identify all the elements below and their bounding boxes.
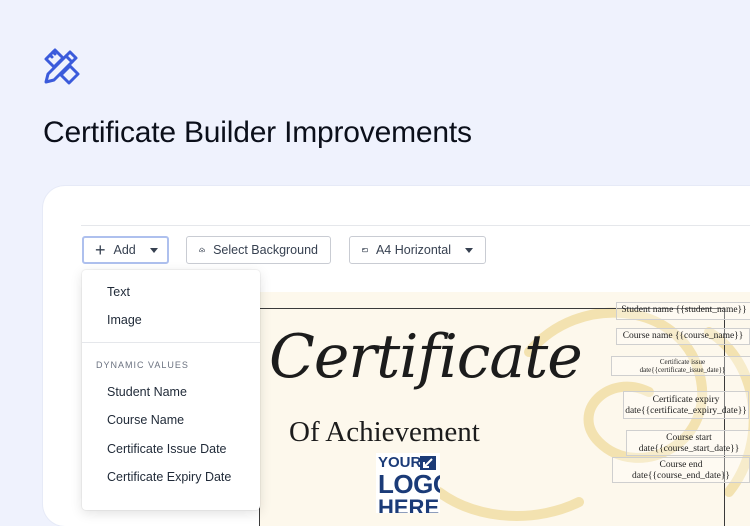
select-background-label: Select Background <box>213 243 318 257</box>
arrow-icon <box>420 456 436 470</box>
caret-down-icon <box>465 247 473 253</box>
student-name-text: Student name {{student_name}} <box>621 305 747 315</box>
course-start-value: date{{course_start_date}} <box>638 444 740 455</box>
student-name-field[interactable]: Student name {{student_name}} <box>616 302 750 320</box>
expiry-date-field[interactable]: Certificate expiry date{{certificate_exp… <box>623 391 749 419</box>
add-dropdown-menu: Text Image DYNAMIC VALUES Student Name C… <box>82 270 260 510</box>
menu-item-student-name[interactable]: Student Name <box>107 385 187 399</box>
page-size-select[interactable]: A4 Horizontal <box>349 236 486 264</box>
page-size-label: A4 Horizontal <box>375 243 451 257</box>
menu-item-certificate-issue-date[interactable]: Certificate Issue Date <box>107 442 227 456</box>
card-divider <box>81 225 750 226</box>
menu-item-text[interactable]: Text <box>107 285 130 299</box>
certificate-canvas[interactable]: Certificate Of Achievement YOUR LOGO HER… <box>259 292 750 526</box>
course-start-label: Course start <box>666 433 712 443</box>
menu-item-image[interactable]: Image <box>107 313 142 327</box>
add-button-label: Add <box>113 243 136 257</box>
issue-date-label: Certificate issue <box>659 358 706 366</box>
course-end-label: Course end <box>659 460 703 470</box>
expiry-date-label: Certificate expiry <box>652 395 720 405</box>
select-background-button[interactable]: Select Background <box>186 236 331 264</box>
certificate-title[interactable]: Certificate <box>269 322 583 392</box>
dynamic-values-heading: DYNAMIC VALUES <box>96 360 189 370</box>
course-end-value: date{{course_end_date}} <box>632 471 730 482</box>
course-name-text: Course name {{course_name}} <box>622 331 744 341</box>
page-title: Certificate Builder Improvements <box>43 116 472 149</box>
logo-line-logo: LOGO <box>378 469 440 499</box>
cloud-upload-icon <box>199 247 206 253</box>
page-orientation-icon <box>362 248 368 253</box>
menu-divider <box>82 342 260 343</box>
logo-line-here: HERE <box>378 495 440 514</box>
add-button[interactable]: + Add <box>82 236 169 264</box>
course-end-field[interactable]: Course end date{{course_end_date}} <box>612 457 750 483</box>
expiry-date-value: date{{certificate_expiry_date}} <box>625 406 747 417</box>
logo-line-your: YOUR <box>378 454 422 471</box>
menu-item-certificate-expiry-date[interactable]: Certificate Expiry Date <box>107 470 231 484</box>
course-start-field[interactable]: Course start date{{course_start_date}} <box>626 430 750 456</box>
pencil-ruler-icon <box>44 48 80 85</box>
menu-item-course-name[interactable]: Course Name <box>107 413 184 427</box>
issue-date-value: date{{certificate_issue_date}} <box>639 366 726 375</box>
plus-icon: + <box>95 240 106 260</box>
course-name-field[interactable]: Course name {{course_name}} <box>616 328 750 345</box>
logo-placeholder[interactable]: YOUR LOGO HERE <box>376 453 440 513</box>
caret-down-icon <box>149 247 158 253</box>
issue-date-field[interactable]: Certificate issue date{{certificate_issu… <box>611 356 750 376</box>
certificate-subtitle[interactable]: Of Achievement <box>289 416 480 449</box>
